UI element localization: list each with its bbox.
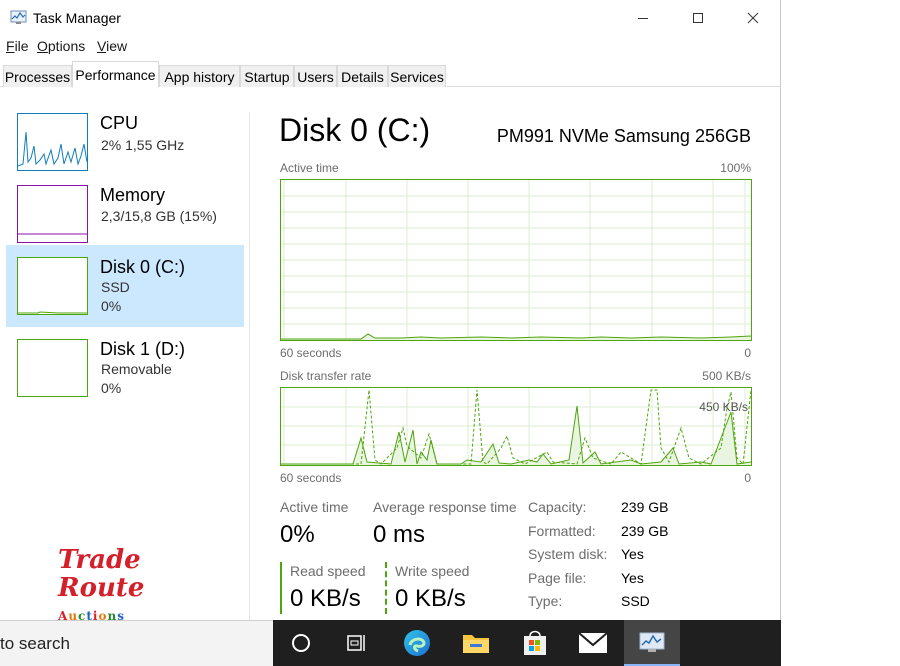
sidebar-memory-usage: 2,3/15,8 GB (15%) — [101, 208, 217, 224]
store-icon — [524, 630, 546, 655]
title-bar[interactable]: Task Manager — [0, 0, 781, 36]
active-time-graph-timespan: 60 seconds — [280, 346, 342, 360]
sidebar-cpu-usage: 2% 1,55 GHz — [101, 137, 185, 153]
sidebar-disk0-name: Disk 0 (C:) — [100, 257, 185, 277]
menu-view-label: iew — [106, 38, 128, 54]
sidebar-item-cpu[interactable]: CPU 2% 1,55 GHz — [6, 101, 244, 183]
watermark-line1: Trade — [58, 545, 141, 575]
transfer-rate-graph: 450 KB/s — [280, 387, 752, 466]
sidebar-item-disk1[interactable]: Disk 1 (D:) Removable 0% — [6, 327, 244, 409]
type-label: Type: — [528, 593, 563, 609]
sidebar-item-memory[interactable]: Memory 2,3/15,8 GB (15%) — [6, 173, 244, 255]
sidebar-item-disk0[interactable]: Disk 0 (C:) SSD 0% — [6, 245, 244, 327]
sidebar-memory-name: Memory — [100, 185, 166, 205]
capacity-value: 239 GB — [621, 499, 669, 515]
response-time-label: Average response time — [373, 499, 517, 515]
task-manager-window: Task Manager File Options View Processes… — [0, 0, 781, 620]
transfer-rate-graph-label: Disk transfer rate — [280, 369, 372, 383]
tab-details[interactable]: Details — [337, 65, 388, 87]
menu-view-accel: V — [97, 38, 107, 54]
cpu-thumbnail-graph — [17, 113, 88, 171]
transfer-rate-graph-max: 500 KB/s — [702, 369, 751, 383]
menu-view[interactable]: View — [97, 38, 127, 54]
close-icon — [747, 12, 759, 24]
write-speed-label: Write speed — [395, 563, 470, 579]
task-manager-taskbar-button[interactable] — [624, 620, 680, 666]
page-file-value: Yes — [621, 570, 644, 586]
menu-options-accel: O — [37, 38, 48, 54]
active-time-label: Active time — [280, 499, 349, 515]
transfer-rate-scale-mark: 450 KB/s — [699, 400, 748, 414]
menu-file[interactable]: File — [6, 38, 29, 54]
transfer-rate-graph-timespan: 60 seconds — [280, 471, 342, 485]
read-speed-value: 0 KB/s — [290, 585, 361, 612]
close-button[interactable] — [730, 0, 776, 36]
sidebar-disk1-usage: 0% — [101, 380, 122, 396]
disk0-thumbnail-graph — [17, 257, 88, 315]
capacity-label: Capacity: — [528, 499, 587, 515]
active-time-graph-min: 0 — [744, 346, 751, 360]
system-disk-value: Yes — [621, 546, 644, 562]
response-time-value: 0 ms — [373, 521, 426, 548]
watermark-line2: Route — [58, 573, 145, 603]
task-manager-app-icon — [10, 10, 27, 24]
tab-app-history[interactable]: App history — [159, 65, 240, 87]
search-placeholder: to search — [0, 634, 70, 653]
edge-icon — [404, 630, 430, 656]
type-value: SSD — [621, 593, 650, 609]
store-button[interactable] — [507, 620, 563, 666]
write-speed-indicator — [385, 562, 387, 614]
formatted-value: 239 GB — [621, 523, 669, 539]
sidebar-disk1-type: Removable — [101, 361, 172, 377]
minimize-button[interactable] — [620, 0, 666, 36]
taskbar — [273, 620, 781, 666]
memory-thumbnail-graph — [17, 185, 88, 243]
trade-route-auctions-watermark: Trade Route Auctions — [52, 543, 145, 625]
system-disk-label: System disk: — [528, 546, 608, 562]
menu-options-label: ptions — [47, 38, 86, 54]
formatted-label: Formatted: — [528, 523, 596, 539]
mail-button[interactable] — [565, 620, 621, 666]
tab-startup[interactable]: Startup — [240, 65, 294, 87]
read-speed-label: Read speed — [290, 563, 366, 579]
minimize-icon — [638, 18, 648, 19]
taskbar-search-box[interactable]: to search — [0, 620, 273, 666]
task-view-circle-icon — [292, 634, 310, 652]
tab-performance[interactable]: Performance — [72, 61, 159, 88]
tab-users[interactable]: Users — [294, 65, 337, 87]
disk-model: PM991 NVMe Samsung 256GB — [496, 126, 751, 146]
active-time-graph-max: 100% — [720, 161, 751, 175]
timeline-button[interactable] — [329, 620, 385, 666]
sidebar-disk1-name: Disk 1 (D:) — [100, 339, 185, 359]
task-manager-icon — [639, 632, 665, 652]
tab-services[interactable]: Services — [388, 65, 446, 87]
maximize-button[interactable] — [675, 0, 721, 36]
active-time-value: 0% — [280, 521, 315, 548]
mail-icon — [578, 632, 608, 653]
sidebar-cpu-name: CPU — [100, 113, 139, 133]
menu-options[interactable]: Options — [37, 38, 85, 54]
sidebar-disk0-type: SSD — [101, 279, 130, 295]
timeline-icon — [347, 635, 365, 651]
active-time-graph — [280, 179, 752, 341]
tab-processes[interactable]: Processes — [3, 65, 72, 87]
task-view-circle-button[interactable] — [273, 620, 329, 666]
file-explorer-icon — [463, 635, 489, 653]
page-file-label: Page file: — [528, 570, 587, 586]
menu-file-label: ile — [14, 38, 29, 54]
edge-button[interactable] — [389, 620, 445, 666]
sidebar-disk0-usage: 0% — [101, 298, 122, 314]
write-speed-value: 0 KB/s — [395, 585, 466, 612]
disk1-thumbnail-graph — [17, 339, 88, 397]
tab-strip: Processes Performance App history Startu… — [0, 61, 781, 88]
transfer-rate-graph-min: 0 — [744, 471, 751, 485]
sidebar-divider — [249, 112, 250, 620]
disk-title: Disk 0 (C:) — [279, 112, 431, 148]
window-title: Task Manager — [33, 10, 121, 26]
file-explorer-button[interactable] — [448, 620, 504, 666]
menu-file-accel: F — [6, 38, 15, 54]
active-time-graph-label: Active time — [280, 161, 339, 175]
maximize-icon — [693, 13, 703, 23]
read-speed-indicator — [280, 562, 282, 614]
